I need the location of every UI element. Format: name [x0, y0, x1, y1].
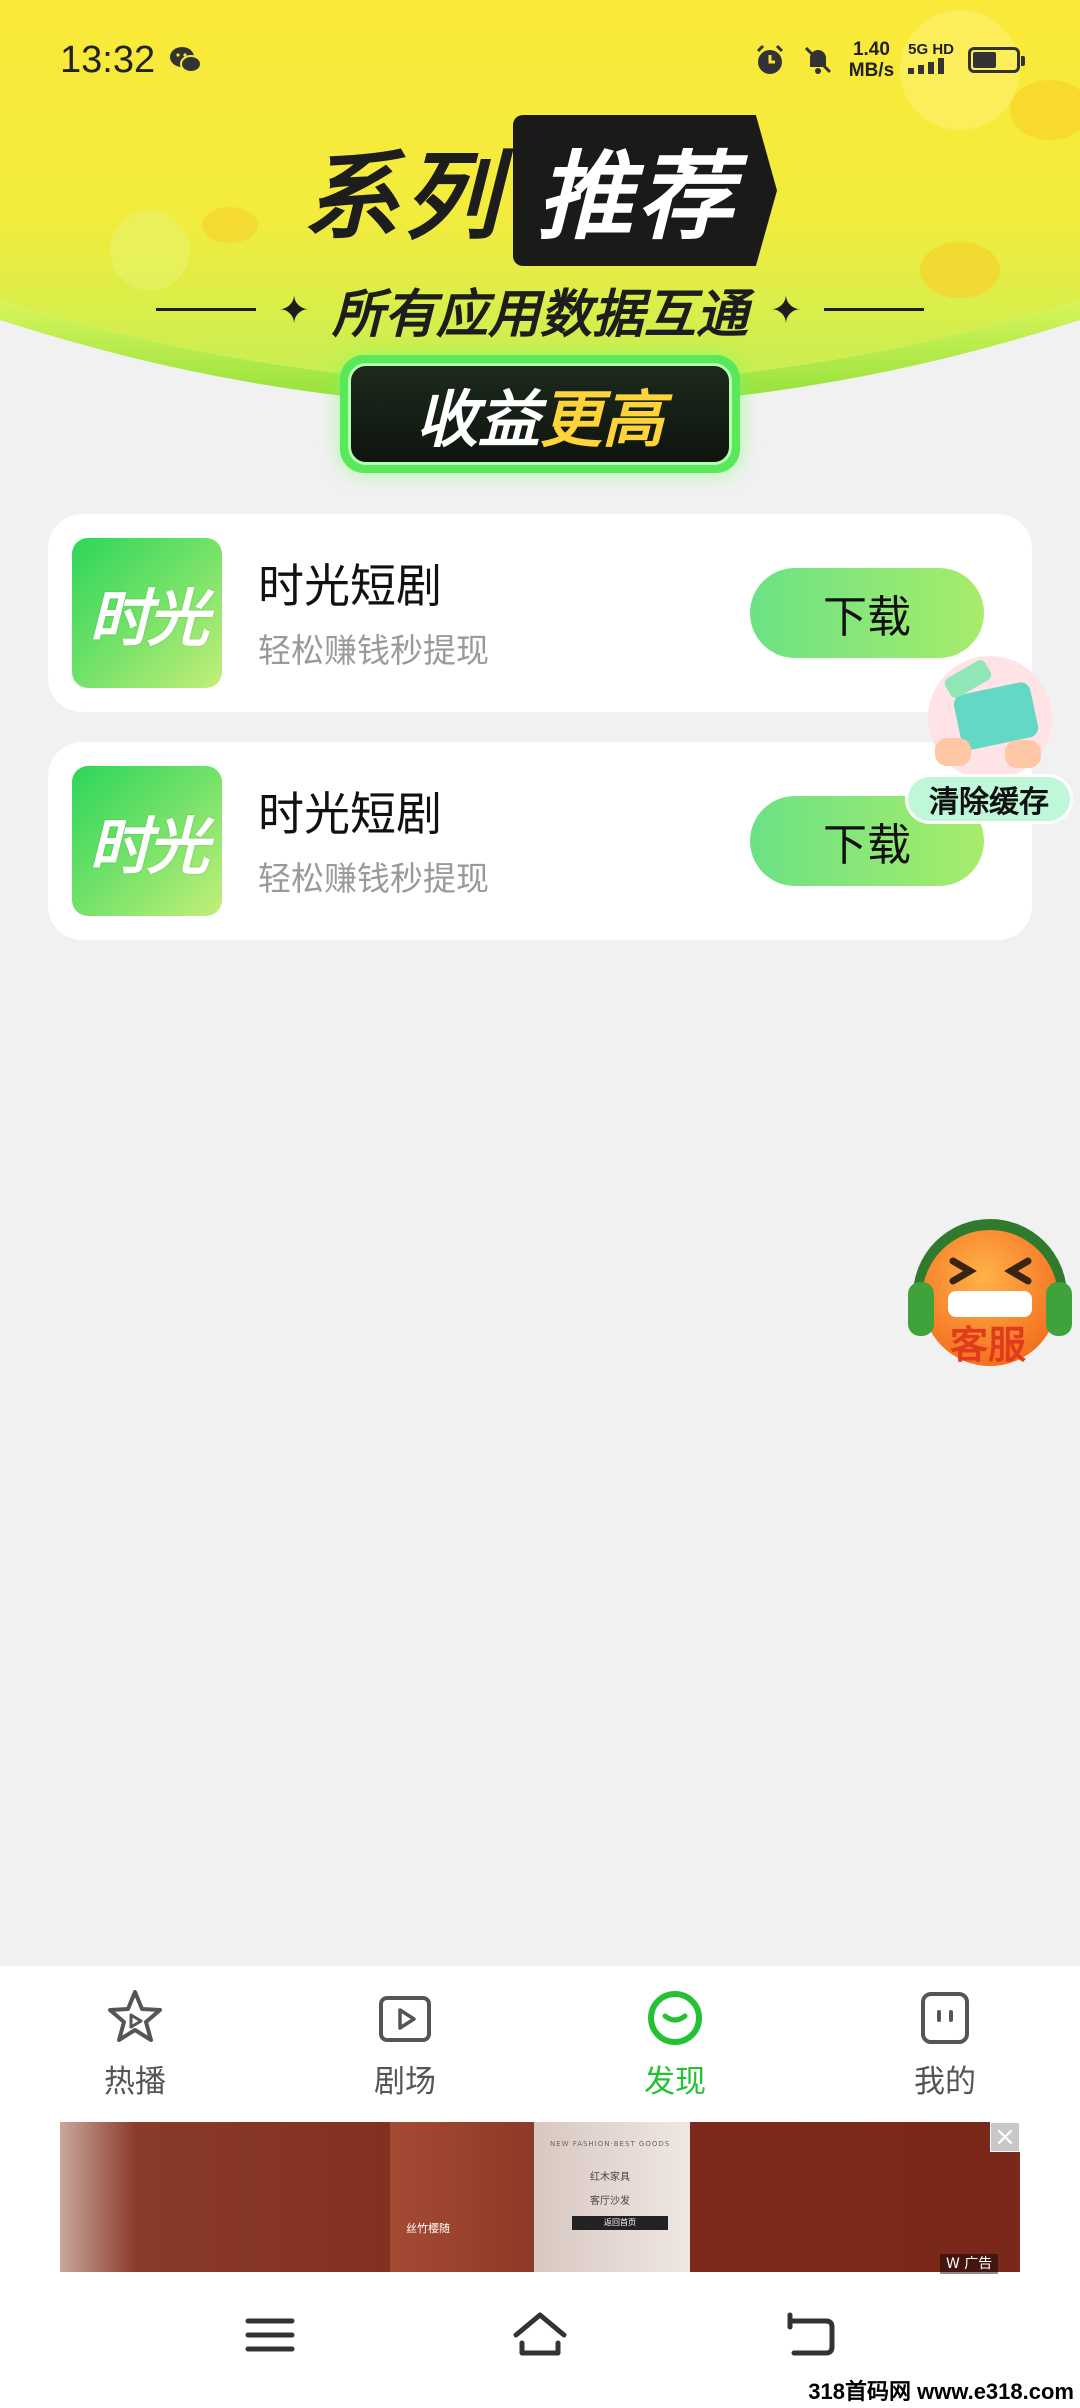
app-icon[interactable]: 时光	[72, 538, 222, 688]
ad-image-header: NEW FASHION·BEST GOODS	[550, 2140, 671, 2148]
network-type: 5G HD	[908, 42, 954, 78]
ad-tag: W 广告	[940, 2254, 999, 2274]
status-bar: 13:32 1.40 MB/s 5G HD	[0, 0, 1080, 120]
app-icon[interactable]: 时光	[72, 766, 222, 916]
clear-cache-label: 清除缓存	[905, 774, 1073, 824]
ad-image-text2: 客厅沙发	[590, 2196, 630, 2207]
system-nav-bar: 318首码网 www.e318.com	[0, 2276, 1080, 2408]
network-type-label: 5G HD	[908, 41, 954, 58]
play-box-icon	[379, 1996, 431, 2042]
bottom-nav: 热播 剧场 发现 我的	[0, 1966, 1080, 2116]
status-time: 13:32	[60, 38, 156, 81]
signal-icon	[908, 58, 945, 74]
clear-cache-button[interactable]: 清除缓存	[905, 648, 1075, 824]
app-card[interactable]: 时光 时光短剧 轻松赚钱秒提现 下载	[48, 514, 1032, 712]
ad-close-icon[interactable]: ×	[990, 2122, 1020, 2152]
battery-icon	[968, 47, 1025, 73]
customer-service-button[interactable]: 客服	[898, 1196, 1080, 1376]
menu-icon[interactable]	[240, 2305, 300, 2365]
hero-title: 系列 推荐	[0, 115, 1080, 266]
app-name: 时光短剧	[258, 559, 442, 613]
nav-label: 热播	[104, 2064, 166, 2100]
wechat-icon	[170, 47, 203, 73]
star-play-icon	[108, 1990, 162, 2042]
ad-image[interactable]: 丝竹樱随 NEW FASHION·BEST GOODS 红木家具 客厅沙发 返回…	[390, 2122, 690, 2272]
download-button[interactable]: 下载	[750, 568, 984, 658]
hero-title-part2: 推荐	[513, 115, 777, 266]
ad-area: 丝竹樱随 NEW FASHION·BEST GOODS 红木家具 客厅沙发 返回…	[0, 2116, 1080, 2276]
nav-label: 我的	[914, 2064, 976, 2100]
sparkle-icon: ✦	[770, 287, 802, 332]
discover-icon	[648, 1991, 702, 2045]
nav-item-discover[interactable]: 发现	[540, 1966, 810, 2116]
app-description: 轻松赚钱秒提现	[258, 631, 489, 670]
watermark: 318首码网 www.e318.com	[808, 2379, 1074, 2404]
ad-banner[interactable]: 丝竹樱随 NEW FASHION·BEST GOODS 红木家具 客厅沙发 返回…	[60, 2122, 1020, 2272]
hero-badge-part1: 收益	[415, 383, 540, 456]
profile-icon	[921, 1992, 969, 2044]
nav-item-mine[interactable]: 我的	[810, 1966, 1080, 2116]
network-speed: 1.40 MB/s	[849, 39, 894, 81]
nav-item-hot[interactable]: 热播	[0, 1966, 270, 2116]
status-icons: 1.40 MB/s 5G HD	[753, 39, 1025, 81]
nav-label: 发现	[644, 2064, 706, 2100]
hero-subtitle-text: 所有应用数据互通	[331, 285, 748, 345]
ad-image-title: 丝竹樱随	[406, 2222, 450, 2235]
home-icon[interactable]	[510, 2305, 570, 2365]
divider	[823, 308, 924, 311]
hero-badge-part2: 更高	[540, 383, 665, 456]
network-speed-unit: MB/s	[848, 60, 895, 81]
app-icon-text: 时光	[88, 582, 209, 655]
app-name: 时光短剧	[258, 787, 442, 841]
ad-image-button: 返回首页	[572, 2216, 668, 2230]
app-card[interactable]: 时光 时光短剧 轻松赚钱秒提现 下载	[48, 742, 1032, 940]
customer-service-label: 客服	[949, 1323, 1026, 1367]
hero-subtitle: ✦ 所有应用数据互通 ✦	[0, 272, 1080, 347]
divider	[156, 308, 257, 311]
broom-icon	[928, 656, 1052, 780]
mute-bell-icon	[804, 46, 831, 74]
nav-label: 剧场	[374, 2064, 436, 2100]
alarm-icon	[756, 44, 783, 74]
nav-item-theater[interactable]: 剧场	[270, 1966, 540, 2116]
ad-image-text: 红木家具	[590, 2172, 630, 2183]
back-icon[interactable]	[780, 2305, 840, 2365]
hero-badge: 收益 更高	[340, 355, 740, 473]
app-description: 轻松赚钱秒提现	[258, 859, 489, 898]
sparkle-icon: ✦	[278, 287, 310, 332]
hero-title-part1: 系列	[303, 141, 503, 253]
app-icon-text: 时光	[88, 810, 209, 883]
network-speed-value: 1.40	[852, 39, 890, 60]
hero-banner: 13:32 1.40 MB/s 5G HD 系列 推荐 ✦ 所有应用数据互通 ✦…	[0, 0, 1080, 500]
